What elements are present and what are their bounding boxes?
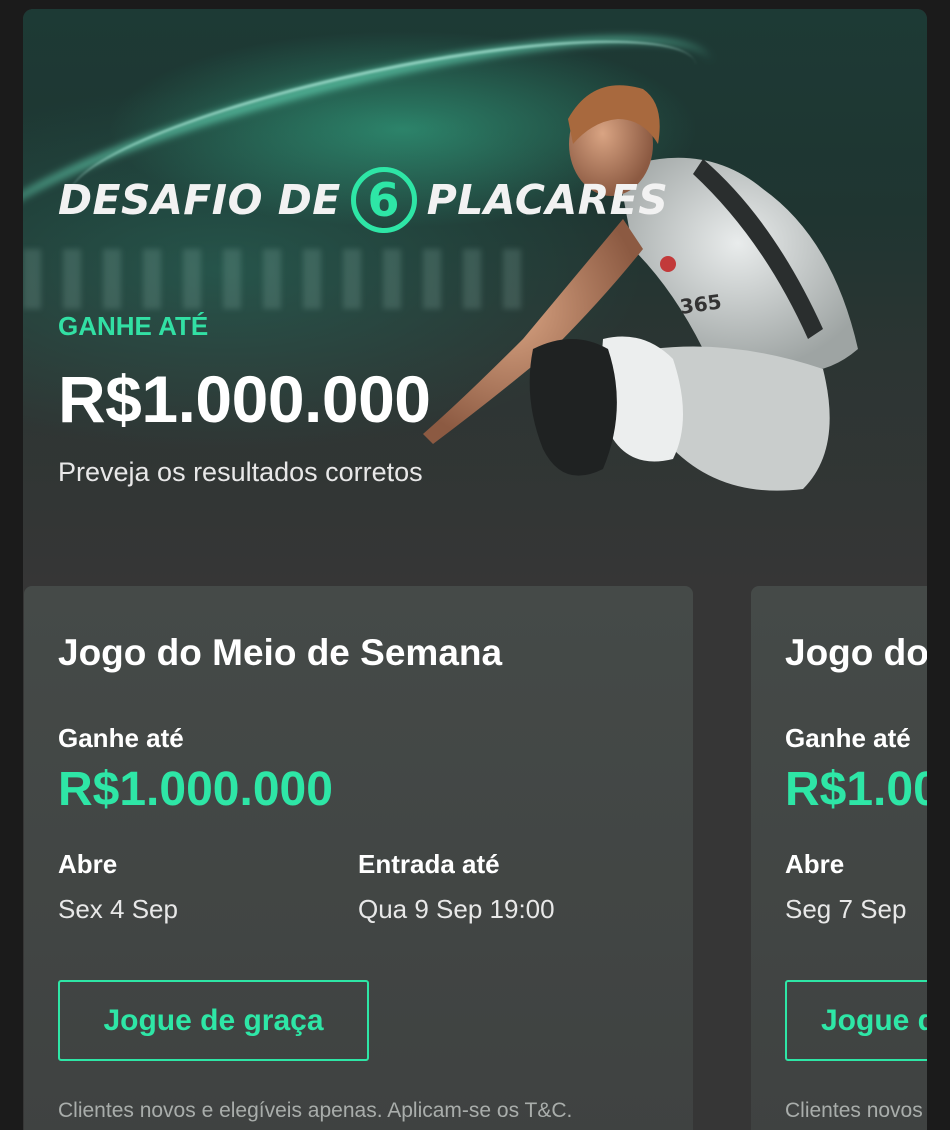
entry-value: Qua 9 Sep 19:00	[358, 894, 555, 924]
play-free-button[interactable]: Jogue de graça	[785, 980, 927, 1061]
opens-label: Abre	[58, 849, 118, 879]
player-illustration: 365	[423, 85, 858, 491]
number-badge: 6	[350, 167, 417, 233]
page: 365 DESAFIO DE 6 PLACARES GANHE ATÉ R$1.…	[0, 0, 950, 1130]
opens-label: Abre	[785, 849, 845, 879]
prize-label: Ganhe até	[785, 723, 911, 753]
hero-banner[interactable]: 365 DESAFIO DE 6 PLACARES GANHE ATÉ R$1.…	[23, 9, 927, 589]
prize-label: Ganhe até	[58, 723, 184, 753]
prize-amount: R$1.000.000	[785, 763, 927, 816]
card-title: Jogo do Meio de Semana	[58, 632, 503, 673]
game-card[interactable]: Jogo do Ganhe até R$1.000.000 Abre Seg 7…	[751, 586, 927, 1130]
hero-headline: DESAFIO DE 6 PLACARES	[58, 167, 668, 233]
hero-subtitle: Preveja os resultados corretos	[58, 457, 423, 487]
promo-panel: 365 DESAFIO DE 6 PLACARES GANHE ATÉ R$1.…	[23, 9, 927, 1130]
play-free-button[interactable]: Jogue de graça	[58, 980, 369, 1061]
opens-value: Sex 4 Sep	[58, 894, 178, 924]
headline-right: PLACARES	[426, 176, 669, 224]
entry-label: Entrada até	[358, 849, 500, 879]
terms-disclaimer: Clientes novos e elegíveis apenas. Aplic…	[785, 1099, 927, 1122]
terms-disclaimer: Clientes novos e elegíveis apenas. Aplic…	[58, 1099, 573, 1122]
card-title: Jogo do	[785, 632, 927, 673]
hero-kicker: GANHE ATÉ	[58, 311, 209, 341]
game-card[interactable]: Jogo do Meio de Semana Ganhe até R$1.000…	[24, 586, 693, 1130]
opens-value: Seg 7 Sep	[785, 894, 907, 924]
hero-amount: R$1.000.000	[58, 362, 431, 436]
prize-amount: R$1.000.000	[58, 763, 333, 816]
headline-left: DESAFIO DE	[58, 176, 341, 224]
